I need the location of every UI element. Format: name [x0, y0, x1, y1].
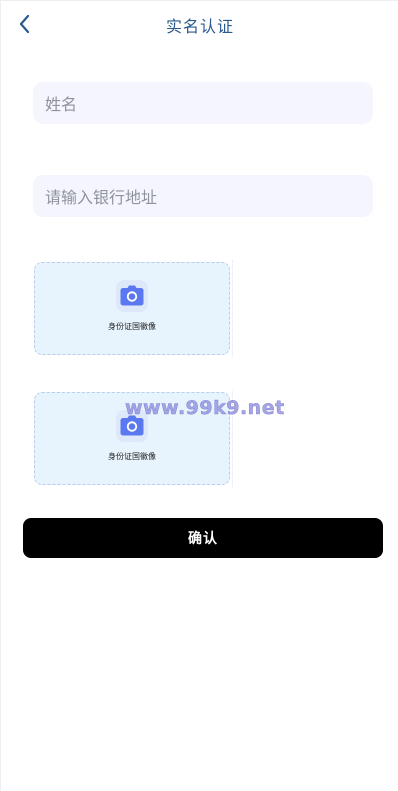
nav-bar: 实名认证	[1, 1, 398, 45]
id-upload-front[interactable]: 身份证国徽像	[34, 260, 233, 357]
camera-icon	[116, 280, 148, 312]
upload-label: 身份证国徽像	[108, 322, 156, 331]
bank-address-input[interactable]	[43, 175, 367, 219]
name-field[interactable]	[33, 82, 373, 126]
camera-icon	[116, 410, 148, 442]
bank-address-field[interactable]	[33, 175, 373, 219]
name-input[interactable]	[43, 82, 367, 126]
id-upload-back[interactable]: 身份证国徽像	[34, 390, 233, 487]
page: 实名认证 身份证国徽像 身份证国徽像 www.99k9.net 确认	[0, 0, 398, 791]
confirm-button[interactable]: 确认	[23, 518, 383, 558]
upload-label: 身份证国徽像	[108, 452, 156, 461]
page-title: 实名认证	[165, 17, 234, 36]
